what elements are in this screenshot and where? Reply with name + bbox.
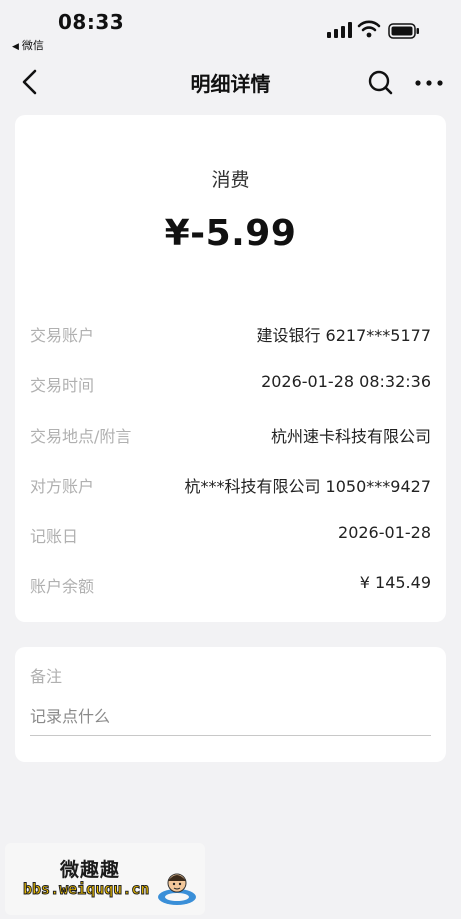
detail-row-balance: 账户余额 ¥ 145.49: [30, 570, 431, 598]
detail-row-time: 交易时间 2026-01-28 08:32:36: [30, 369, 431, 397]
detail-row-posting-date: 记账日 2026-01-28: [30, 520, 431, 548]
row-label: 交易账户: [30, 326, 95, 345]
row-value: 2026-01-28: [338, 523, 431, 542]
detail-row-location: 交易地点/附言 杭州速卡科技有限公司: [30, 420, 431, 448]
back-app-label: 微信: [21, 39, 44, 52]
detail-row-account: 交易账户 建设银行 6217***5177: [30, 319, 431, 347]
row-value: 杭州速卡科技有限公司: [270, 427, 431, 446]
row-label: 账户余额: [30, 577, 95, 596]
row-value: ¥ 145.49: [359, 573, 431, 592]
transaction-detail-card: 消费 ¥-5.99 交易账户 建设银行 6217***5177 交易时间 202…: [15, 115, 446, 622]
back-triangle-icon: ◀: [12, 42, 19, 52]
mascot-icon: [158, 873, 196, 905]
transaction-type: 消费: [211, 169, 250, 191]
watermark-title: 微趣趣: [60, 859, 121, 881]
back-to-app-link[interactable]: ◀ 微信: [12, 37, 44, 53]
signal-icon: [327, 22, 352, 38]
wifi-icon: [357, 20, 381, 38]
status-time: 08:33: [58, 10, 125, 34]
watermark: 微趣趣 bbs.weiququ.cn: [5, 843, 205, 915]
note-card: 备注: [15, 647, 446, 762]
row-value: 2026-01-28 08:32:36: [261, 372, 431, 391]
search-icon[interactable]: [367, 69, 395, 97]
row-label: 交易地点/附言: [30, 427, 132, 446]
detail-row-counterparty: 对方账户 杭***科技有限公司 1050***9427: [30, 470, 431, 498]
row-value: 建设银行 6217***5177: [256, 326, 431, 345]
watermark-url: bbs.weiququ.cn: [22, 880, 150, 899]
battery-icon: [388, 23, 419, 39]
row-label: 对方账户: [30, 477, 95, 496]
row-label: 交易时间: [30, 376, 95, 395]
nav-bar: 明细详情: [0, 56, 461, 108]
note-input[interactable]: [30, 697, 431, 736]
status-bar: 08:33 ◀ 微信: [0, 0, 461, 56]
transaction-amount: ¥-5.99: [164, 213, 297, 254]
note-label: 备注: [30, 667, 63, 686]
more-icon[interactable]: [414, 78, 444, 88]
row-value: 杭***科技有限公司 1050***9427: [184, 477, 431, 496]
row-label: 记账日: [30, 527, 79, 546]
